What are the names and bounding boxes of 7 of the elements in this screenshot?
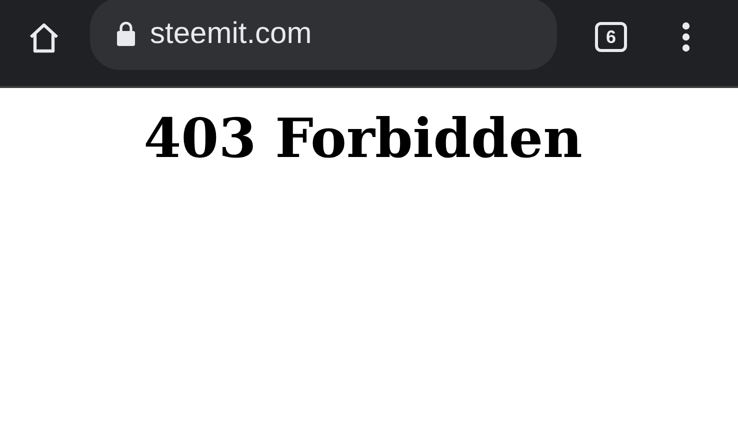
home-icon	[27, 21, 61, 55]
url-text: steemit.com	[150, 17, 312, 51]
page-heading: 403 Forbidden	[142, 106, 584, 170]
menu-icon	[682, 22, 690, 52]
tab-switcher-button[interactable]: 6	[595, 22, 627, 52]
address-bar[interactable]: steemit.com	[90, 0, 557, 70]
lock-icon	[116, 21, 136, 47]
